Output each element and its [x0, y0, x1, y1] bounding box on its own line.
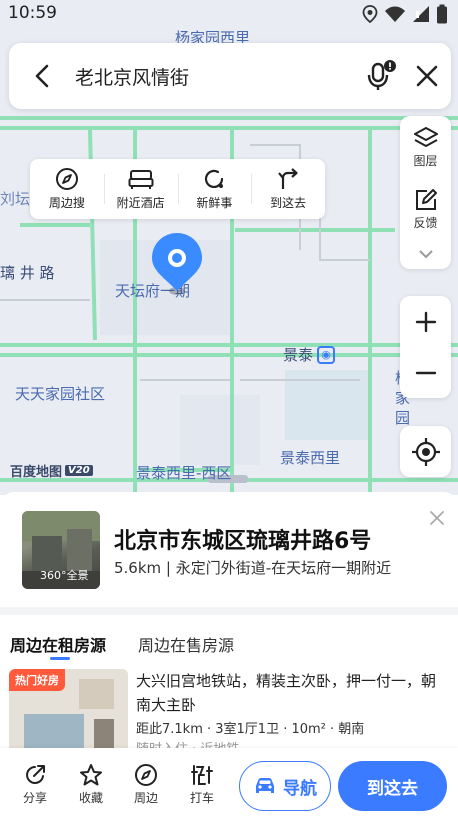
share-button[interactable]: 分享 [10, 763, 60, 806]
refresh-circle-icon [205, 169, 224, 188]
subway-icon: ◉ [317, 345, 336, 364]
action-label: 附近酒店 [116, 196, 165, 210]
location-pin-icon[interactable] [150, 231, 204, 297]
taxi-label: 打车 [189, 791, 214, 805]
card-divider [0, 607, 458, 615]
action-go-here[interactable]: 到这去 [251, 159, 325, 219]
status-icons [362, 4, 448, 24]
hot-badge: 热门好房 [9, 669, 65, 691]
action-label: 周边搜 [48, 196, 85, 210]
layers-label: 图层 [413, 154, 438, 168]
tab-indicator [50, 657, 70, 660]
location-status-icon [362, 5, 378, 23]
map-logo-text: 百度地图 [10, 465, 63, 480]
listing-meta: 距此7.1km · 3室1厅1卫 · 10m² · 朝南 [136, 722, 365, 737]
search-query[interactable]: 老北京风情街 [75, 63, 189, 90]
action-nearby-hotels[interactable]: 附近酒店 [103, 159, 178, 219]
microphone-icon[interactable] [364, 59, 398, 93]
navigate-label: 导航 [283, 778, 317, 799]
signal-icon [413, 6, 429, 22]
card-close-icon[interactable] [428, 509, 446, 527]
map-label: 景泰西里 [280, 449, 341, 467]
compass-icon [55, 168, 78, 190]
action-news[interactable]: 新鲜事 [177, 159, 252, 219]
edit-icon [415, 189, 437, 210]
place-address: 北京市东城区琉璃井路6号 [114, 529, 372, 554]
expand-tools-button[interactable] [400, 249, 451, 259]
place-subtitle: 5.6km | 永定门外街道-在天坛府一期附近 [114, 559, 392, 577]
map-tools-panel: 图层 反馈 [400, 116, 451, 269]
plus-icon [415, 311, 436, 332]
share-icon [26, 765, 45, 784]
action-nearby-search[interactable]: 周边搜 [30, 159, 104, 219]
minus-icon [415, 371, 436, 374]
map-logo: 百度地图 V20 [10, 461, 93, 480]
bed-icon [128, 170, 154, 189]
locate-me-button[interactable] [400, 426, 451, 477]
close-icon[interactable] [413, 62, 441, 90]
star-icon [80, 764, 102, 786]
search-bar[interactable]: 老北京风情街 [9, 43, 451, 109]
nearby-label: 周边 [133, 791, 158, 805]
bottom-action-bar: 分享 收藏 周边 打车 导航 到这去 [0, 748, 458, 820]
listing-title: 大兴旧宫地铁站，精装主次卧，押一付一，朝南大主卧 [136, 672, 437, 714]
taxi-button[interactable]: 打车 [177, 763, 227, 806]
taxi-icon [191, 765, 213, 785]
status-bar: 10:59 [0, 0, 458, 28]
housing-tabs: 周边在租房源 周边在售房源 [0, 626, 458, 662]
map-label: 景泰 [283, 346, 314, 364]
status-time: 10:59 [8, 3, 57, 23]
listing-item[interactable]: 热门好房 大兴旧宫地铁站，精装主次卧，押一付一，朝南大主卧 距此7.1km · … [0, 664, 458, 754]
chevron-down-icon [418, 250, 433, 259]
panorama-label: 360°全景 [40, 569, 89, 582]
zoom-in-button[interactable] [400, 296, 451, 347]
action-label: 到这去 [270, 196, 307, 210]
go-here-label: 到这去 [367, 778, 418, 799]
share-label: 分享 [22, 791, 47, 805]
map-label: 璃 井 路 [0, 264, 55, 282]
zoom-out-button[interactable] [400, 347, 451, 398]
turn-arrow-icon [278, 168, 298, 189]
go-here-button[interactable]: 到这去 [338, 761, 447, 811]
tab-sale[interactable]: 周边在售房源 [138, 632, 234, 656]
favorite-button[interactable]: 收藏 [66, 763, 116, 806]
panorama-thumbnail[interactable]: 360°全景 [22, 511, 100, 589]
map-label-jingtai: 景泰 ◉ [283, 344, 336, 365]
nearby-button[interactable]: 周边 [121, 763, 171, 806]
feedback-label: 反馈 [413, 216, 438, 230]
wifi-icon [385, 6, 405, 22]
listing-photo: 热门好房 [9, 669, 128, 754]
map-label: 天天家园社区 [15, 385, 106, 403]
feedback-button[interactable]: 反馈 [400, 188, 451, 231]
quick-actions: 周边搜 附近酒店 新鲜事 到这去 [30, 159, 325, 219]
battery-icon [437, 4, 447, 24]
car-icon [256, 778, 274, 793]
favorite-label: 收藏 [78, 791, 103, 805]
navigate-button[interactable]: 导航 [239, 761, 331, 811]
layers-button[interactable]: 图层 [400, 126, 451, 169]
back-arrow-icon[interactable] [29, 62, 57, 90]
crosshair-icon [411, 437, 440, 466]
layers-icon [413, 127, 438, 147]
action-label: 新鲜事 [196, 196, 233, 210]
zoom-controls [400, 296, 451, 398]
map-logo-version: V20 [65, 465, 93, 476]
tab-rent[interactable]: 周边在租房源 [10, 632, 106, 656]
compass-icon [135, 764, 157, 786]
map-label: 景泰西里-西区 [136, 464, 232, 482]
